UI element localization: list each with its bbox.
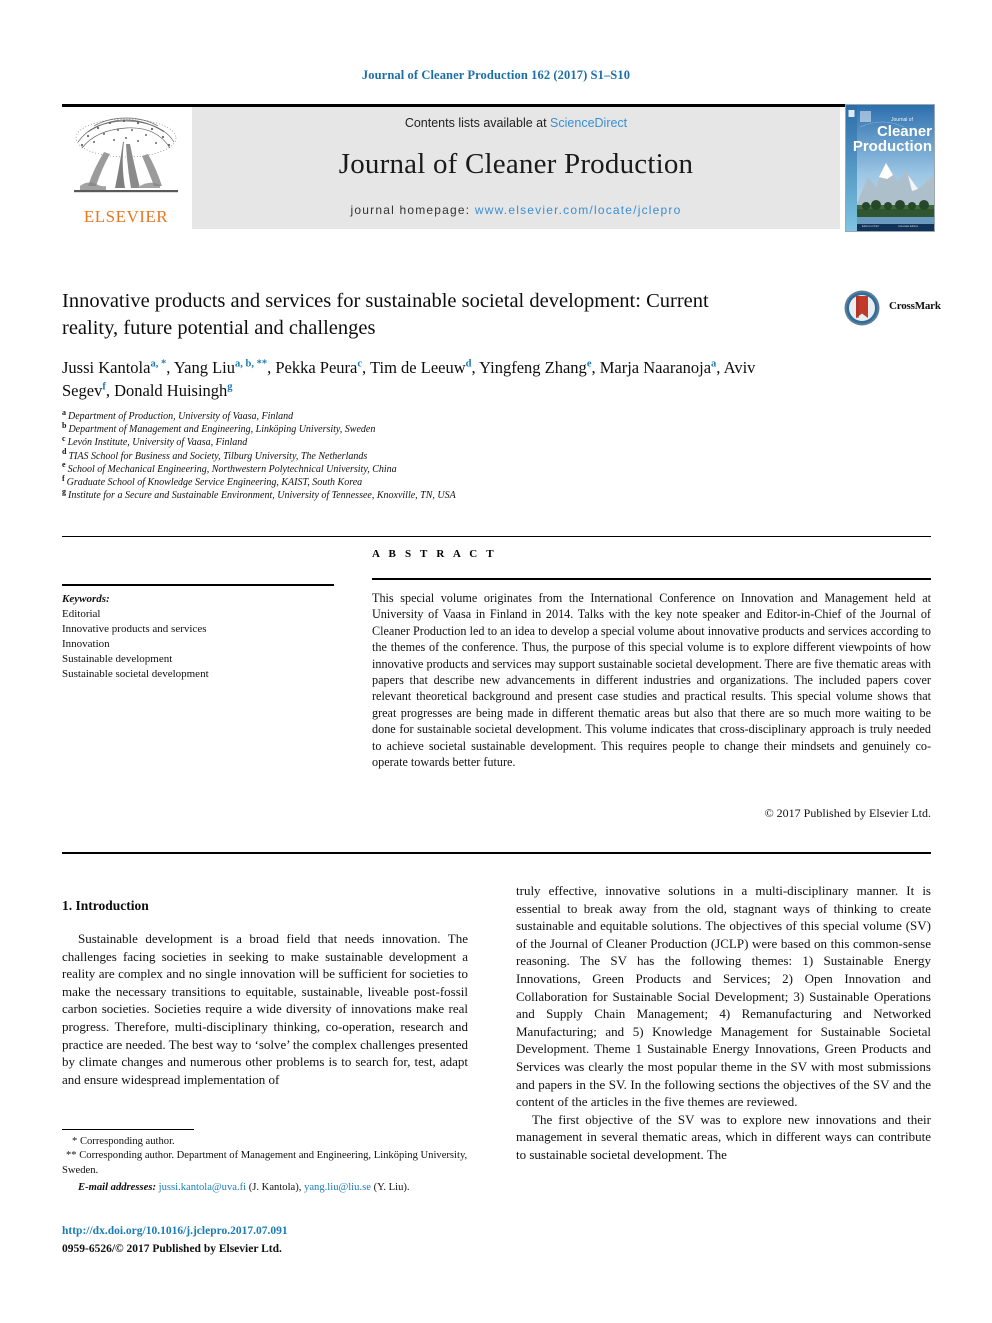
svg-text:Associate Editors: Associate Editors — [898, 224, 919, 228]
article-title-block: Innovative products and services for sus… — [62, 288, 762, 402]
affiliation-mark: b — [62, 420, 67, 430]
affiliation-mark: f — [62, 473, 65, 483]
keyword-item: Sustainable development — [62, 653, 173, 665]
affiliation-mark: a — [62, 407, 66, 417]
cover-artwork: Journal of Cleaner Production Editor-in-… — [846, 105, 934, 231]
homepage-label: journal homepage: — [350, 203, 475, 217]
author-marks: f — [102, 381, 106, 393]
article-info-top-rule — [62, 536, 931, 537]
author-name: Jussi Kantola — [62, 358, 151, 377]
body-column-right: truly effective, innovative solutions in… — [516, 882, 931, 1164]
email-link-kantola[interactable]: jussi.kantola@uva.fi — [159, 1182, 246, 1193]
author-marks: a — [711, 358, 717, 370]
email-addresses-label: E-mail addresses: — [78, 1182, 156, 1194]
journal-cover-thumbnail: Journal of Cleaner Production Editor-in-… — [845, 104, 935, 232]
section-heading-introduction: 1. Introduction — [62, 898, 149, 913]
email-owner-kantola: (J. Kantola), — [248, 1182, 302, 1194]
affiliation-text: Institute for a Secure and Sustainable E… — [68, 490, 456, 502]
author-name: Yingfeng Zhang — [479, 358, 587, 377]
author-marks: c — [357, 358, 363, 370]
elsevier-wordmark: ELSEVIER — [83, 207, 169, 226]
paragraph: The first objective of the SV was to exp… — [516, 1111, 931, 1162]
abstract-rule — [372, 578, 931, 580]
author-name: Pekka Peura — [275, 358, 358, 377]
author-marks: d — [465, 358, 472, 370]
affiliation-text: School of Mechanical Engineering, Northw… — [67, 463, 397, 475]
journal-homepage-line: journal homepage: www.elsevier.com/locat… — [192, 203, 840, 217]
crossmark-badge[interactable]: CrossMark — [843, 288, 941, 328]
author-name: Tim de Leeuw — [370, 358, 466, 377]
email-owner-liu: (Y. Liu). — [373, 1182, 410, 1194]
svg-text:Production: Production — [853, 138, 932, 155]
sciencedirect-link[interactable]: ScienceDirect — [550, 116, 627, 130]
affiliation-item: b Department of Management and Engineerin… — [62, 420, 762, 436]
author-name: Donald Huisingh — [114, 381, 228, 400]
keywords-block: Keywords: Editorial Innovative products … — [62, 592, 342, 682]
homepage-url-link[interactable]: www.elsevier.com/locate/jclepro — [475, 203, 682, 217]
running-head: Journal of Cleaner Production 162 (2017)… — [361, 68, 631, 82]
affiliation-item: g Institute for a Secure and Sustainable … — [62, 486, 762, 502]
keywords-heading: Keywords: — [62, 593, 110, 605]
affiliation-text: Levón Institute, University of Vaasa, Fi… — [67, 437, 248, 449]
affiliation-item: d TIAS School for Business and Society, T… — [62, 447, 762, 463]
crossmark-icon — [844, 290, 880, 326]
author-list: Jussi Kantolaa, *, Yang Liua, b, **, Pek… — [62, 358, 756, 400]
affiliation-item: f Graduate School of Knowledge Service En… — [62, 473, 762, 489]
keyword-item: Editorial — [62, 608, 101, 620]
article-info-bottom-rule — [62, 852, 931, 854]
author-marks: a, * — [150, 358, 167, 370]
journal-masthead: ELSEVIER Contents lists available at Sci… — [62, 104, 931, 230]
affiliation-item: e School of Mechanical Engineering, North… — [62, 460, 762, 476]
footnote-separator-rule — [62, 1129, 194, 1130]
doi-link[interactable]: http://dx.doi.org/10.1016/j.jclepro.2017… — [62, 1225, 288, 1237]
body-column-left: 1. Introduction Sustainable development … — [62, 898, 468, 1088]
author-marks: g — [227, 381, 233, 393]
footnotes-block: * Corresponding author. ** Corresponding… — [62, 1135, 472, 1196]
affiliation-mark: d — [62, 447, 67, 457]
paragraph: Sustainable development is a broad field… — [62, 931, 468, 1087]
author-marks: e — [586, 358, 592, 370]
affiliation-item: c Levón Institute, University of Vaasa, F… — [62, 434, 762, 449]
corresponding-author-note-1: * Corresponding author. — [72, 1136, 175, 1147]
keywords-rule — [62, 584, 334, 586]
journal-article-page: Journal of Cleaner Production 162 (2017)… — [0, 0, 992, 1323]
corresponding-author-note-2: ** Corresponding author. Department of M… — [62, 1150, 468, 1176]
affiliation-mark: g — [62, 486, 66, 496]
author-name: Marja Naaranoja — [599, 358, 712, 377]
elsevier-tree-icon — [74, 117, 178, 193]
abstract-heading: A B S T R A C T — [372, 548, 497, 560]
svg-text:Editor-in-Chief: Editor-in-Chief — [862, 224, 879, 228]
contents-prefix: Contents lists available at — [404, 116, 551, 130]
author-marks: a, b, ** — [235, 358, 268, 370]
issn-copyright-line: 0959-6526/© 2017 Published by Elsevier L… — [62, 1243, 282, 1255]
affiliation-text: Department of Production, University of … — [68, 411, 294, 422]
affiliation-text: TIAS School for Business and Society, Ti… — [68, 450, 368, 462]
crossmark-label: CrossMark — [889, 300, 941, 312]
keyword-item: Sustainable societal development — [62, 668, 209, 680]
email-link-liu[interactable]: yang.liu@liu.se — [304, 1182, 371, 1193]
author-name: Yang Liu — [173, 358, 235, 377]
abstract-copyright: © 2017 Published by Elsevier Ltd. — [764, 806, 931, 820]
paragraph: truly effective, innovative solutions in… — [516, 883, 931, 1110]
journal-title: Journal of Cleaner Production — [338, 148, 694, 180]
contents-lists-line: Contents lists available at ScienceDirec… — [192, 116, 840, 130]
keyword-item: Innovative products and services — [62, 623, 207, 635]
keyword-item: Innovation — [62, 638, 110, 650]
affiliation-list: a Department of Production, University of… — [62, 407, 762, 502]
email-addresses-line: E-mail addresses: jussi.kantola@uva.fi (… — [62, 1181, 472, 1195]
affiliation-mark: e — [62, 460, 66, 470]
affiliation-text: Graduate School of Knowledge Service Eng… — [66, 477, 363, 489]
affiliation-text: Department of Management and Engineering… — [68, 424, 376, 436]
article-title: Innovative products and services for sus… — [62, 290, 709, 339]
affiliation-item: a Department of Production, University of… — [62, 407, 762, 423]
affiliation-mark: c — [62, 434, 66, 444]
abstract-text: This special volume originates from the … — [372, 591, 931, 770]
elsevier-logo: ELSEVIER — [62, 110, 190, 229]
